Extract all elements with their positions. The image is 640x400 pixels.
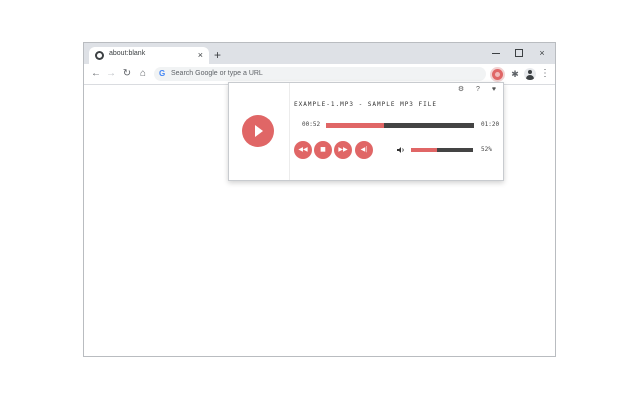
help-icon[interactable]: ? <box>473 85 483 95</box>
menu-icon[interactable]: ⋮ <box>539 68 551 80</box>
heart-icon[interactable]: ♥ <box>489 85 499 95</box>
close-window-button[interactable]: × <box>535 46 549 60</box>
volume-slider[interactable] <box>411 148 473 152</box>
fast-forward-icon: ▶▶ <box>338 146 348 153</box>
maximize-button[interactable] <box>512 46 526 60</box>
rewind-icon: ◀◀ <box>298 146 308 153</box>
tab-title: about:blank <box>109 50 146 57</box>
home-icon[interactable]: ⌂ <box>137 68 149 80</box>
puzzle-icon[interactable]: ✱ <box>509 68 521 80</box>
progress-fill <box>326 123 384 128</box>
profile-avatar[interactable] <box>524 68 536 80</box>
rewind-button[interactable]: ◀◀ <box>294 141 312 159</box>
progress-bar[interactable] <box>326 123 474 128</box>
address-placeholder: Search Google or type a URL <box>171 70 263 77</box>
fast-forward-button[interactable]: ▶▶ <box>334 141 352 159</box>
new-tab-button[interactable]: + <box>214 49 221 61</box>
current-time: 00:52 <box>302 121 321 128</box>
stop-icon: ■ <box>320 146 326 153</box>
volume-icon[interactable] <box>397 146 405 154</box>
track-title: EXAMPLE-1.MP3 - SAMPLE MP3 FILE <box>294 101 437 108</box>
play-button[interactable] <box>242 115 274 147</box>
address-bar[interactable]: G Search Google or type a URL <box>154 67 486 81</box>
player-popup: ⚙ ? ♥ EXAMPLE-1.MP3 - SAMPLE MP3 FILE 00… <box>228 82 504 181</box>
player-extension-icon[interactable] <box>492 69 503 80</box>
tab-strip: about:blank × + × <box>84 43 555 64</box>
reload-icon[interactable]: ↻ <box>121 68 133 80</box>
stop-button[interactable]: ■ <box>314 141 332 159</box>
minimize-button[interactable] <box>489 46 503 60</box>
forward-arrow-icon[interactable]: → <box>105 68 117 80</box>
previous-track-button[interactable]: ◀| <box>355 141 373 159</box>
duration: 01:20 <box>481 121 500 128</box>
tab-about-blank[interactable]: about:blank × <box>89 47 209 64</box>
volume-percent: 52% <box>481 146 492 153</box>
settings-icon[interactable]: ⚙ <box>456 85 466 95</box>
google-icon: G <box>159 69 166 78</box>
previous-track-icon: ◀| <box>360 146 368 153</box>
player-left-panel <box>229 83 290 180</box>
tab-close-icon[interactable]: × <box>198 49 203 61</box>
volume-fill <box>411 148 438 152</box>
globe-icon <box>95 51 104 60</box>
back-arrow-icon[interactable]: ← <box>90 68 102 80</box>
